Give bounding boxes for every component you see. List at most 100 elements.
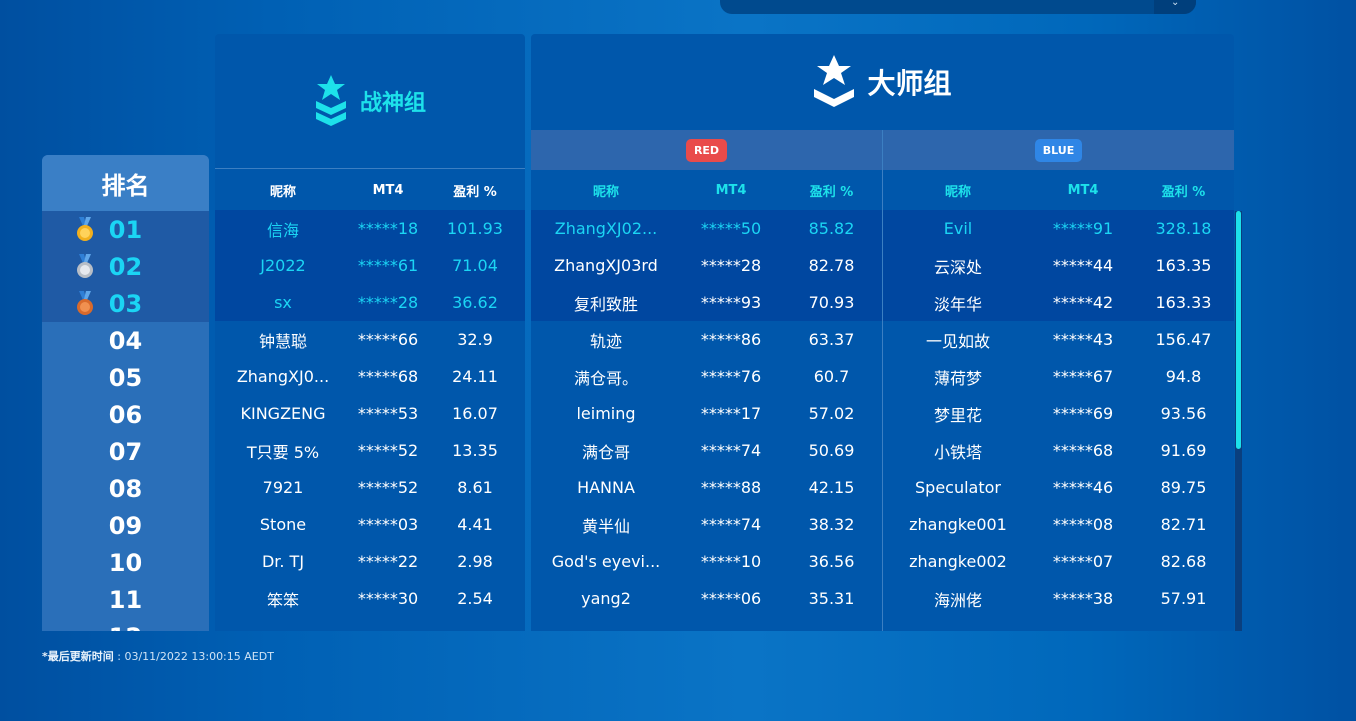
top-dropdown-bar[interactable]: ⌄ <box>720 0 1196 14</box>
rank-row: 03 <box>42 285 209 322</box>
mt4-cell: *****61 <box>357 256 419 275</box>
profit-cell: 82.68 <box>1160 552 1207 571</box>
profit-cell: 2.54 <box>457 589 493 608</box>
rank-list: 01 02 03 04 05 06 07 08 09 10 11 12 <box>42 211 209 631</box>
scrollbar-thumb[interactable] <box>1236 211 1241 449</box>
rank-row: 08 <box>42 470 209 507</box>
team-red-bar: RED <box>531 130 882 170</box>
table-row: yang2 *****06 35.31 <box>531 580 882 617</box>
nickname-cell: Speculator <box>915 478 1001 497</box>
blue-badge: BLUE <box>1034 138 1083 162</box>
rank-number: 11 <box>108 585 143 614</box>
nickname-cell: 一见如故 <box>925 331 990 351</box>
table-row: sx *****28 36.62 <box>215 284 525 321</box>
col-mt4: MT4 <box>1067 182 1099 198</box>
table-row: zhangke001 *****08 82.71 <box>883 506 1234 543</box>
mt4-cell: *****42 <box>1052 293 1114 312</box>
table-row: ZhangXJ02... *****50 85.82 <box>531 210 882 247</box>
mt4-cell: *****10 <box>700 552 762 571</box>
col-nickname: 昵称 <box>592 184 619 200</box>
profit-cell: 82.78 <box>808 256 855 275</box>
mt4-cell: *****68 <box>357 367 419 386</box>
profit-cell: 328.18 <box>1155 219 1212 238</box>
blue-column-headers: 昵称 MT4 盈利 % <box>883 170 1234 210</box>
profit-cell: 16.07 <box>452 404 498 423</box>
group-b-header: 大师组 <box>531 34 1234 130</box>
nickname-cell: Dr. TJ <box>261 552 305 571</box>
rank-row: 06 <box>42 396 209 433</box>
mt4-cell: *****28 <box>357 293 419 312</box>
profit-cell: 63.37 <box>808 330 855 349</box>
nickname-cell: 淡年华 <box>933 294 982 314</box>
table-row: God's eyevi... *****10 36.56 <box>531 543 882 580</box>
table-row: 淡年华 *****42 163.33 <box>883 284 1234 321</box>
profit-cell: 163.33 <box>1155 293 1212 312</box>
mt4-cell: *****22 <box>357 552 419 571</box>
nickname-cell: 小铁塔 <box>933 442 982 462</box>
table-row: 信海 *****18 101.93 <box>215 210 525 247</box>
nickname-cell: 黄半仙 <box>581 516 630 536</box>
nickname-cell: 笨笨 <box>266 590 299 610</box>
mt4-cell: *****91 <box>1052 219 1114 238</box>
profit-cell: 60.7 <box>813 367 850 386</box>
profit-cell: 93.56 <box>1160 404 1207 423</box>
star-podium-icon <box>814 55 855 107</box>
rank-row: 11 <box>42 581 209 618</box>
rank-number: 08 <box>108 474 143 503</box>
nickname-cell: 信海 <box>266 220 299 240</box>
nickname-cell: 钟慧聪 <box>258 331 307 351</box>
table-row: 云深处 *****44 163.35 <box>883 247 1234 284</box>
rank-row: 02 <box>42 248 209 285</box>
rank-column: 排名 01 02 03 04 05 06 07 08 09 10 11 12 <box>42 155 209 631</box>
profit-cell: 71.04 <box>452 256 498 275</box>
rank-row: 04 <box>42 322 209 359</box>
mt4-cell: *****53 <box>357 404 419 423</box>
rank-number: 06 <box>108 400 143 429</box>
nickname-cell: 海洲佬 <box>933 590 982 610</box>
mt4-cell: *****03 <box>357 515 419 534</box>
team-blue-bar: BLUE <box>883 130 1234 170</box>
chevron-down-icon: ⌄ <box>1171 0 1180 8</box>
rank-number: 07 <box>108 437 143 466</box>
table-row: 一见如故 *****43 156.47 <box>883 321 1234 358</box>
table-scrollbar[interactable] <box>1235 211 1242 631</box>
profit-cell: 13.35 <box>452 441 498 460</box>
profit-cell: 8.61 <box>457 478 493 497</box>
table-row: 黄半仙 *****74 38.32 <box>531 506 882 543</box>
silver-medal-icon <box>77 254 93 278</box>
nickname-cell: leiming <box>576 404 636 423</box>
table-row: 7921 *****52 8.61 <box>215 469 525 506</box>
col-profit: 盈利 % <box>809 184 854 200</box>
mt4-cell: *****69 <box>1052 404 1114 423</box>
profit-cell: 85.82 <box>808 219 855 238</box>
table-row: 轨迹 *****86 63.37 <box>531 321 882 358</box>
bronze-medal-icon <box>77 291 93 315</box>
nickname-cell: 梦里花 <box>933 405 982 425</box>
gold-medal-icon <box>77 217 93 241</box>
mt4-cell: *****18 <box>357 219 419 238</box>
dropdown-toggle[interactable]: ⌄ <box>1154 0 1196 14</box>
table-row: Speculator *****46 89.75 <box>883 469 1234 506</box>
mt4-cell: *****44 <box>1052 256 1114 275</box>
table-row: 满仓哥。 *****76 60.7 <box>531 358 882 395</box>
chevron-star-icon <box>315 75 346 126</box>
nickname-cell: sx <box>274 293 292 312</box>
group-a-table: 信海 *****18 101.93 J2022 *****61 71.04 sx *****2… <box>215 210 525 617</box>
profit-cell: 38.32 <box>808 515 855 534</box>
rank-row: 10 <box>42 544 209 581</box>
profit-cell: 24.11 <box>452 367 498 386</box>
nickname-cell: 云深处 <box>933 257 982 277</box>
group-a-header: 战神组 <box>215 34 525 169</box>
nickname-cell: Stone <box>259 515 307 534</box>
mt4-cell: *****67 <box>1052 367 1114 386</box>
rank-number: 05 <box>108 363 143 392</box>
nickname-cell: 满仓哥。 <box>573 368 638 388</box>
table-row: 复利致胜 *****93 70.93 <box>531 284 882 321</box>
profit-cell: 35.31 <box>808 589 855 608</box>
mt4-cell: *****43 <box>1052 330 1114 349</box>
profit-cell: 156.47 <box>1155 330 1212 349</box>
nickname-cell: 轨迹 <box>589 331 622 351</box>
red-badge: RED <box>685 138 728 162</box>
nickname-cell: ZhangXJ02... <box>554 219 658 238</box>
nickname-cell: T只要 5% <box>246 442 320 462</box>
